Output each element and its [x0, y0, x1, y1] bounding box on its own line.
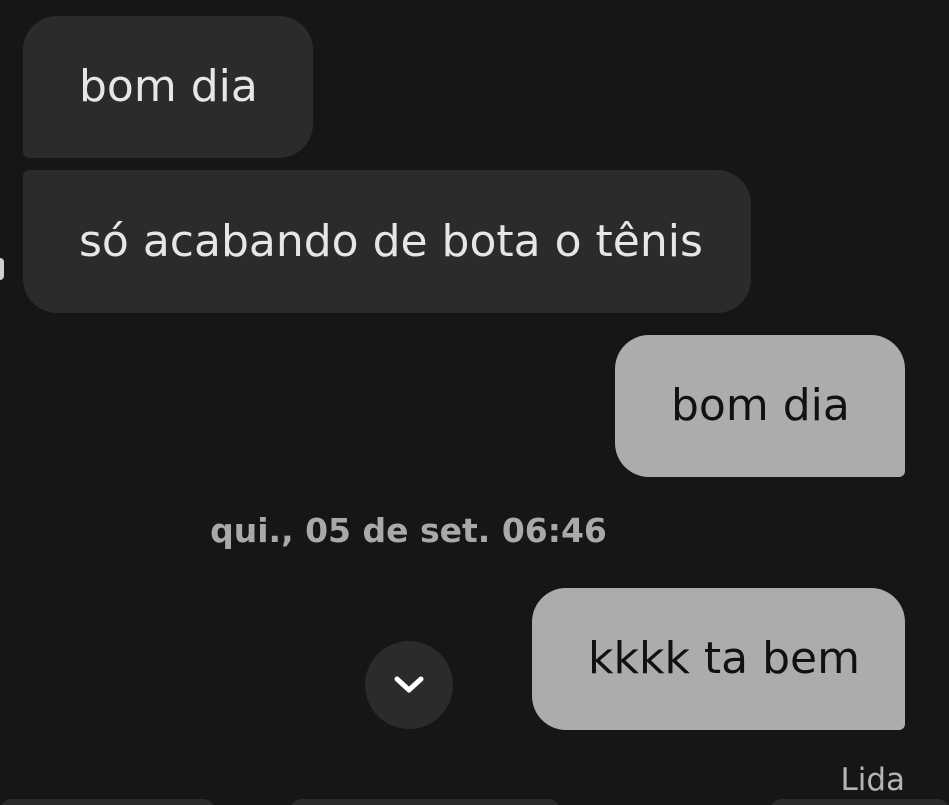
message-bubble-outgoing[interactable]: bom dia [615, 335, 905, 477]
message-bubble-outgoing[interactable]: kkkk ta bem [532, 588, 905, 730]
message-text: kkkk ta bem [588, 633, 860, 684]
message-text: bom dia [671, 380, 850, 431]
composer-chip[interactable] [290, 799, 560, 805]
read-status: Lida [840, 762, 905, 798]
composer-chip[interactable] [770, 799, 949, 805]
chat-screen: bom dia só acabando de bota o tênis bom … [0, 0, 949, 805]
timestamp-separator: qui., 05 de set. 06:46 [210, 511, 607, 550]
message-text: bom dia [79, 61, 258, 112]
avatar-edge [0, 258, 4, 280]
message-text: só acabando de bota o tênis [79, 215, 703, 267]
scroll-to-bottom-button[interactable] [365, 641, 453, 729]
composer-chip[interactable] [0, 799, 215, 805]
message-bubble-incoming[interactable]: só acabando de bota o tênis [23, 170, 751, 313]
message-bubble-incoming[interactable]: bom dia [23, 16, 313, 158]
chevron-down-icon [394, 676, 424, 693]
